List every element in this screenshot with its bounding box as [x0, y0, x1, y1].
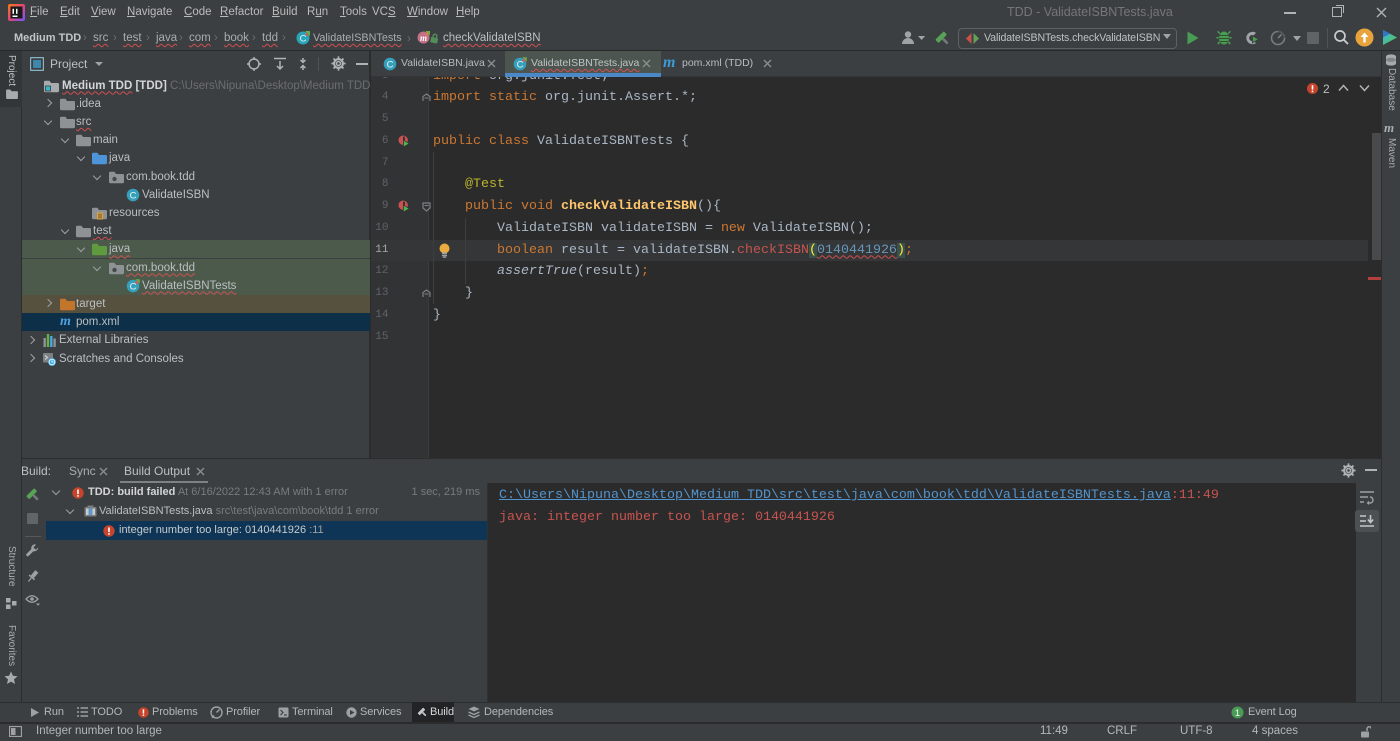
- svg-text:C: C: [517, 60, 524, 71]
- svg-text:C: C: [300, 34, 307, 45]
- svg-text:C: C: [130, 190, 137, 201]
- svg-text:C: C: [387, 60, 394, 71]
- svg-text:C: C: [130, 281, 137, 292]
- svg-text:m: m: [420, 33, 427, 43]
- svg-text:1: 1: [1235, 708, 1240, 718]
